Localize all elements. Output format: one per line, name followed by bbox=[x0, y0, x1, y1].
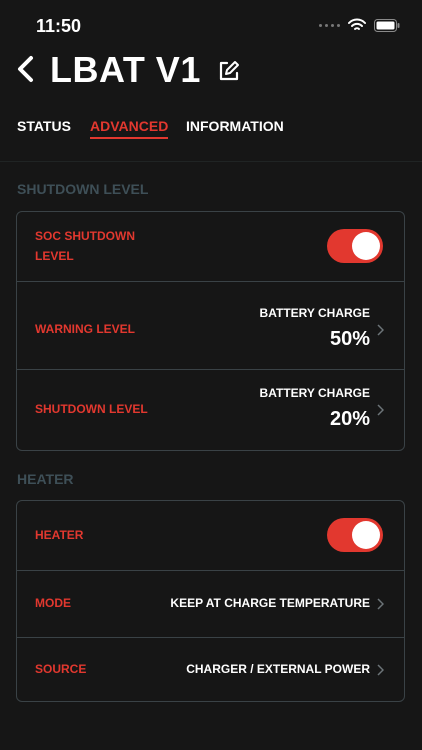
active-tab-indicator bbox=[90, 137, 168, 139]
battery-icon bbox=[374, 18, 400, 32]
source-label: SOURCE bbox=[35, 662, 87, 676]
heater-toggle[interactable] bbox=[327, 518, 383, 552]
tab-advanced[interactable]: ADVANCED bbox=[90, 117, 168, 135]
source-row[interactable]: SOURCE CHARGER / EXTERNAL POWER bbox=[17, 637, 404, 702]
soc-shutdown-toggle[interactable] bbox=[327, 229, 383, 263]
heater-card: HEATER MODE KEEP AT CHARGE TEMPERATURE S… bbox=[16, 500, 405, 702]
page-title: LBAT V1 bbox=[50, 49, 201, 90]
cellular-signal-icon bbox=[319, 23, 340, 27]
shutdown-level-caption: BATTERY CHARGE bbox=[259, 386, 370, 400]
edit-icon[interactable] bbox=[218, 60, 240, 82]
warning-level-value: 50% bbox=[329, 328, 370, 350]
chevron-right-icon bbox=[377, 404, 384, 416]
shutdown-card: SOC SHUTDOWN LEVEL WARNING LEVEL BATTERY… bbox=[16, 211, 405, 451]
wifi-icon bbox=[348, 18, 366, 30]
chevron-right-icon bbox=[377, 664, 384, 676]
tab-bar: STATUS ADVANCED INFORMATION bbox=[0, 115, 422, 162]
app-header: LBAT V1 bbox=[0, 48, 422, 92]
shutdown-level-label: SHUTDOWN LEVEL bbox=[35, 402, 148, 416]
status-icons bbox=[319, 18, 400, 32]
shutdown-level-row[interactable]: SHUTDOWN LEVEL BATTERY CHARGE 20% bbox=[17, 369, 404, 451]
soc-shutdown-row: SOC SHUTDOWN LEVEL bbox=[17, 212, 404, 281]
soc-shutdown-label-line2: LEVEL bbox=[35, 249, 74, 263]
mode-row[interactable]: MODE KEEP AT CHARGE TEMPERATURE bbox=[17, 570, 404, 637]
section-title-shutdown: SHUTDOWN LEVEL bbox=[17, 181, 149, 197]
section-title-heater: HEATER bbox=[17, 471, 74, 487]
status-time: 11:50 bbox=[36, 16, 82, 36]
source-value: CHARGER / EXTERNAL POWER bbox=[186, 662, 370, 676]
shutdown-level-value: 20% bbox=[329, 408, 370, 430]
mode-label: MODE bbox=[35, 596, 71, 610]
tab-status[interactable]: STATUS bbox=[17, 117, 71, 135]
warning-level-label: WARNING LEVEL bbox=[35, 322, 136, 336]
toggle-knob bbox=[352, 521, 380, 549]
toggle-knob bbox=[352, 232, 380, 260]
mode-value: KEEP AT CHARGE TEMPERATURE bbox=[170, 596, 370, 610]
chevron-right-icon bbox=[377, 598, 384, 610]
soc-shutdown-label-line1: SOC SHUTDOWN bbox=[35, 229, 135, 243]
status-bar: 11:50 bbox=[0, 0, 422, 50]
heater-label: HEATER bbox=[35, 528, 84, 542]
chevron-right-icon bbox=[377, 324, 384, 336]
heater-row: HEATER bbox=[17, 501, 404, 570]
warning-level-caption: BATTERY CHARGE bbox=[259, 306, 370, 320]
warning-level-row[interactable]: WARNING LEVEL BATTERY CHARGE 50% bbox=[17, 281, 404, 369]
back-arrow-icon[interactable] bbox=[14, 54, 38, 84]
tab-information[interactable]: INFORMATION bbox=[186, 117, 284, 135]
